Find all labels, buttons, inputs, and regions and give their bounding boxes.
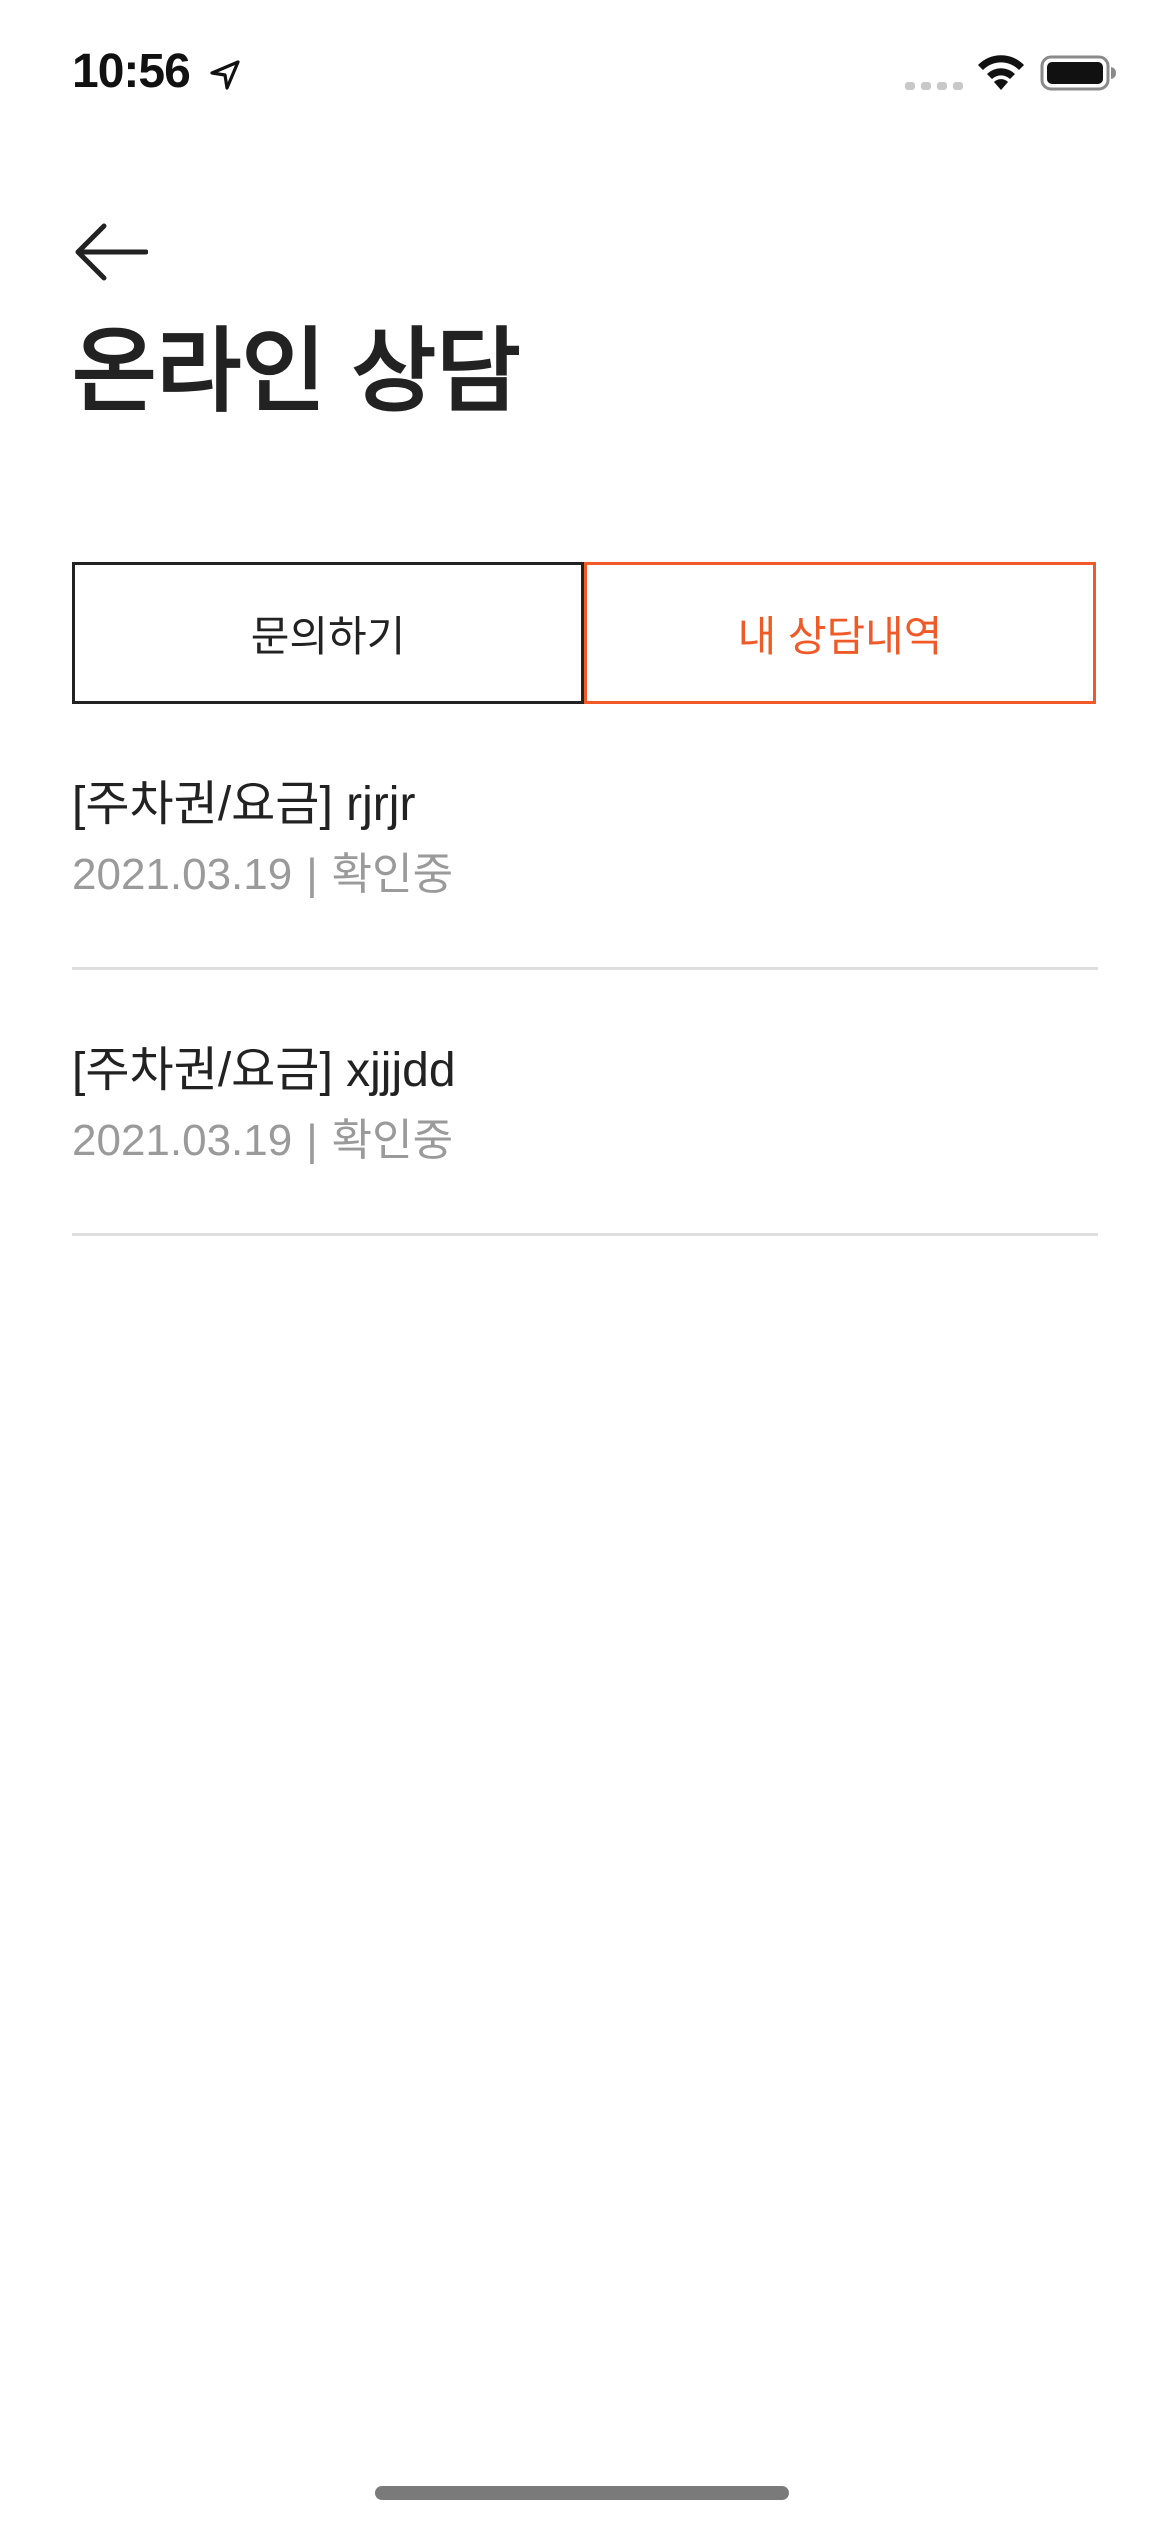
item-separator: | — [306, 850, 318, 899]
back-button[interactable] — [62, 212, 158, 292]
tab-inquiry[interactable]: 문의하기 — [72, 562, 584, 704]
item-status: 확인중 — [331, 1116, 454, 1165]
list-item[interactable]: [주차권/요금] rjrjr 2021.03.19 | 확인중 — [72, 704, 1098, 970]
page-title: 온라인 상담 — [72, 321, 521, 423]
status-time: 10:56 — [72, 45, 191, 98]
status-bar: 10:56 — [0, 0, 1170, 150]
item-date: 2021.03.19 — [72, 1116, 293, 1165]
item-separator: | — [306, 1116, 318, 1165]
item-meta: 2021.03.19 | 확인중 — [72, 838, 453, 902]
item-status: 확인중 — [331, 850, 454, 899]
arrow-left-icon — [75, 223, 148, 281]
item-meta: 2021.03.19 | 확인중 — [72, 1104, 453, 1168]
home-indicator[interactable] — [375, 2486, 789, 2500]
wifi-icon — [978, 55, 1024, 90]
item-title: [주차권/요금] xjjjdd — [72, 1044, 456, 1097]
item-title: [주차권/요금] rjrjr — [72, 778, 416, 831]
location-arrow-icon — [210, 60, 240, 90]
battery-full-icon — [1040, 55, 1116, 91]
item-date: 2021.03.19 — [72, 850, 293, 899]
consultation-list: [주차권/요금] rjrjr 2021.03.19 | 확인중 [주차권/요금] x… — [72, 704, 1098, 1236]
list-item[interactable]: [주차권/요금] xjjjdd 2021.03.19 | 확인중 — [72, 970, 1098, 1236]
tab-my-consultations[interactable]: 내 상담내역 — [584, 562, 1096, 704]
cellular-signal-icon — [905, 82, 963, 90]
